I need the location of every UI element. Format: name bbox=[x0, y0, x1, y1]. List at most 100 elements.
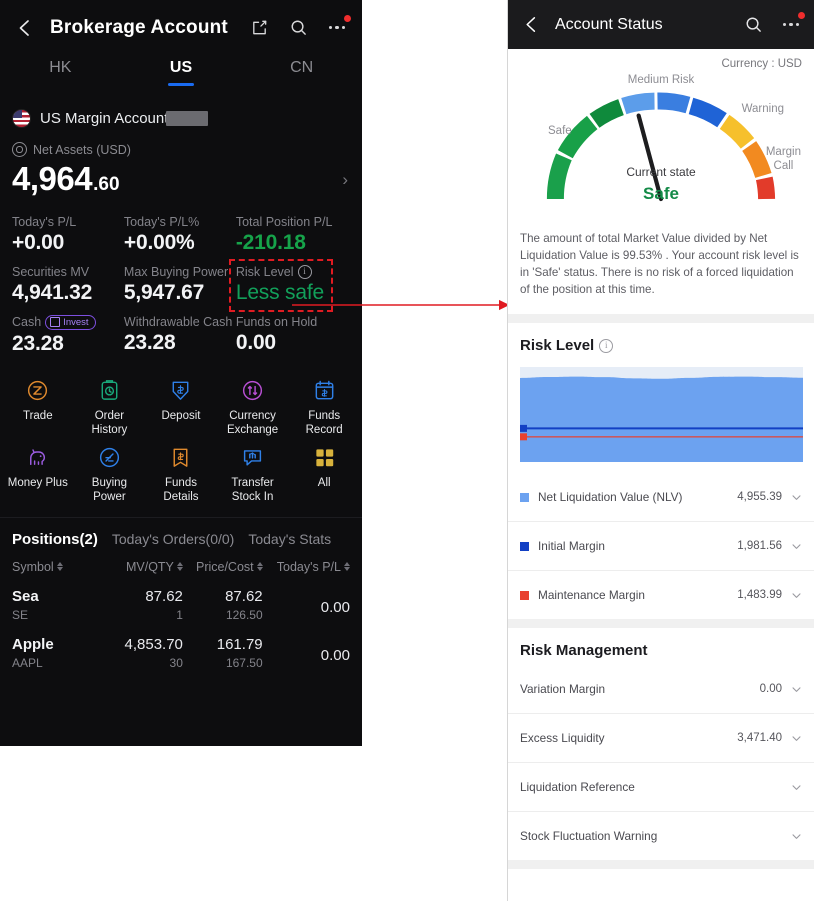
action-label: Transfer Stock In bbox=[231, 476, 274, 503]
col-todays-pl[interactable]: Today's P/L bbox=[263, 560, 350, 574]
legend-swatch bbox=[520, 590, 529, 600]
tab-cn[interactable]: CN bbox=[241, 59, 362, 86]
position-name: Apple bbox=[12, 635, 54, 653]
quick-actions-row-2: Money Plus Buying Power Funds Details Tran… bbox=[2, 437, 360, 504]
stat-todays-pl-pct: Today's P/L% +0.00% bbox=[124, 215, 236, 255]
action-buying-power[interactable]: Buying Power bbox=[74, 437, 146, 504]
legend-row-initial-margin[interactable]: Initial Margin 1,981.56 bbox=[508, 522, 814, 571]
back-arrow-icon[interactable] bbox=[14, 17, 36, 39]
stat-value: 23.28 bbox=[123, 330, 176, 354]
col-label: Price/Cost bbox=[195, 559, 254, 574]
rm-row-liquidation-reference[interactable]: Liquidation Reference bbox=[508, 763, 814, 812]
action-trade[interactable]: Trade bbox=[2, 370, 74, 437]
account-status-panel: Account Status Currency : USD Safe Mediu… bbox=[507, 0, 814, 901]
net-assets-label: Net Assets (USD) bbox=[33, 142, 131, 157]
page-title: Account Status bbox=[555, 15, 663, 33]
position-price: 161.79 bbox=[216, 635, 263, 653]
eye-icon[interactable] bbox=[12, 142, 27, 157]
tab-hk[interactable]: HK bbox=[0, 59, 121, 86]
cell-mv-qty: 87.62 1 bbox=[107, 588, 183, 622]
sort-icon[interactable] bbox=[56, 562, 63, 572]
trade-icon bbox=[4, 376, 72, 406]
legend-label: Initial Margin bbox=[538, 539, 605, 553]
stat-value: 23.28 bbox=[12, 331, 64, 355]
more-options-icon[interactable] bbox=[780, 11, 805, 36]
action-order-history[interactable]: Order History bbox=[74, 370, 146, 437]
cell-symbol: Apple AAPL bbox=[12, 636, 107, 670]
col-mv-qty[interactable]: MV/QTY bbox=[107, 560, 183, 574]
action-label: Order History bbox=[91, 409, 128, 436]
action-label: Deposit bbox=[161, 409, 201, 422]
action-deposit[interactable]: Deposit bbox=[145, 370, 217, 437]
chevron-down-icon[interactable] bbox=[791, 831, 802, 842]
positions-tabs: Positions(2) Today's Orders(0/0) Today's… bbox=[0, 518, 362, 548]
chevron-down-icon[interactable] bbox=[791, 590, 802, 601]
more-options-icon[interactable] bbox=[326, 14, 351, 39]
col-label: Today's P/L bbox=[276, 559, 341, 574]
action-all[interactable]: All bbox=[288, 437, 360, 504]
action-funds-record[interactable]: Funds Record bbox=[288, 370, 360, 437]
stat-label: Today's P/L bbox=[12, 214, 77, 229]
tab-todays-stats[interactable]: Today's Stats bbox=[248, 531, 331, 547]
col-price-cost[interactable]: Price/Cost bbox=[183, 560, 263, 574]
info-icon[interactable]: i bbox=[599, 338, 614, 353]
account-selector[interactable]: US Margin Account bbox=[0, 101, 362, 128]
info-icon[interactable]: i bbox=[297, 264, 312, 279]
chevron-down-icon[interactable] bbox=[791, 782, 802, 793]
stat-label: Cash bbox=[12, 315, 42, 330]
chevron-right-icon[interactable]: › bbox=[342, 170, 348, 190]
tab-todays-orders[interactable]: Today's Orders(0/0) bbox=[112, 531, 235, 547]
section-title-text: Risk Level bbox=[520, 337, 595, 354]
col-symbol[interactable]: Symbol bbox=[12, 560, 107, 574]
action-money-plus[interactable]: Money Plus bbox=[2, 437, 74, 504]
chevron-down-icon[interactable] bbox=[791, 541, 802, 552]
share-icon[interactable] bbox=[248, 17, 270, 39]
col-label: MV/QTY bbox=[125, 559, 174, 574]
sort-icon[interactable] bbox=[343, 562, 350, 572]
back-arrow-icon[interactable] bbox=[520, 14, 542, 36]
risk-level-card: Risk Level i Net Liquidation Value (NLV)… bbox=[508, 323, 814, 619]
table-row[interactable]: Sea SE 87.62 1 87.62 126.50 0.00 bbox=[0, 574, 362, 622]
rm-label: Stock Fluctuation Warning bbox=[520, 829, 658, 843]
cell-mv-qty: 4,853.70 30 bbox=[107, 636, 183, 670]
notification-dot bbox=[798, 11, 805, 19]
legend-row-maintenance-margin[interactable]: Maintenance Margin 1,483.99 bbox=[508, 571, 814, 619]
net-assets-value-row[interactable]: 4,964 .60 › bbox=[0, 157, 362, 199]
invest-badge[interactable]: Invest bbox=[45, 314, 96, 330]
cell-price-cost: 161.79 167.50 bbox=[183, 636, 263, 670]
action-funds-details[interactable]: Funds Details bbox=[145, 437, 217, 504]
chevron-down-icon[interactable] bbox=[791, 492, 802, 503]
stat-label: Total Position P/L bbox=[235, 214, 333, 229]
search-icon[interactable] bbox=[287, 17, 309, 39]
rm-row-variation-margin[interactable]: Variation Margin 0.00 bbox=[508, 665, 814, 714]
section-gap bbox=[508, 314, 814, 323]
position-name: Sea bbox=[12, 587, 39, 605]
tab-positions[interactable]: Positions(2) bbox=[12, 531, 98, 548]
table-row[interactable]: Apple AAPL 4,853.70 30 161.79 167.50 0.0… bbox=[0, 622, 362, 670]
right-header: Account Status bbox=[508, 0, 814, 49]
invest-icon bbox=[50, 317, 61, 328]
chevron-down-icon[interactable] bbox=[791, 733, 802, 744]
position-pl: 0.00 bbox=[320, 598, 350, 616]
tab-us[interactable]: US bbox=[121, 59, 242, 86]
action-transfer-stock-in[interactable]: Transfer Stock In bbox=[217, 437, 289, 504]
legend-swatch bbox=[520, 492, 529, 502]
stat-label: Risk Level bbox=[235, 264, 294, 279]
brokerage-account-panel: Brokerage Account HK US CN US Margin Acc… bbox=[0, 0, 362, 746]
stats-row-1: Today's P/L +0.00 Today's P/L% +0.00% To… bbox=[12, 215, 350, 255]
stat-value: +0.00 bbox=[12, 230, 65, 254]
risk-description: The amount of total Market Value divided… bbox=[520, 232, 799, 296]
legend-row-nlv[interactable]: Net Liquidation Value (NLV) 4,955.39 bbox=[508, 473, 814, 522]
action-currency-exchange[interactable]: Currency Exchange bbox=[217, 370, 289, 437]
order-history-icon bbox=[76, 376, 144, 406]
quick-actions: Trade Order History Deposit Currency Excha… bbox=[0, 356, 362, 504]
stat-todays-pl: Today's P/L +0.00 bbox=[12, 215, 124, 255]
search-icon[interactable] bbox=[742, 14, 764, 36]
rm-row-stock-fluctuation-warning[interactable]: Stock Fluctuation Warning bbox=[508, 812, 814, 860]
header-actions bbox=[248, 14, 351, 39]
bottom-spacer bbox=[508, 869, 814, 901]
chevron-down-icon[interactable] bbox=[791, 684, 802, 695]
gauge-label-warning: Warning bbox=[741, 103, 784, 115]
rm-row-excess-liquidity[interactable]: Excess Liquidity 3,471.40 bbox=[508, 714, 814, 763]
legend-label: Net Liquidation Value (NLV) bbox=[538, 490, 683, 504]
